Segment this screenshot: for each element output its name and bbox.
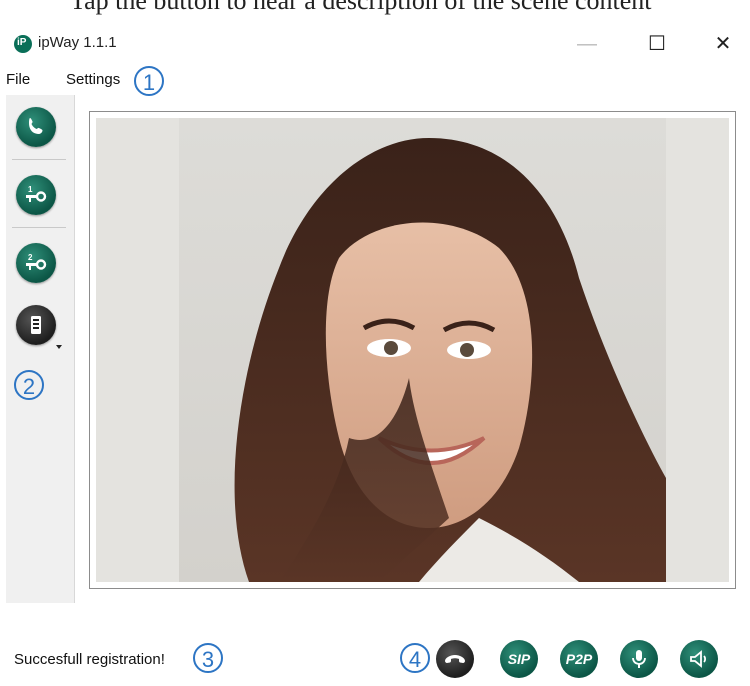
intercom-panel-icon (31, 316, 41, 334)
minimize-button[interactable]: — (564, 22, 610, 66)
status-bar: Succesfull registration! 3 4 SIP P2P (0, 630, 750, 686)
video-frame (89, 111, 736, 589)
toolbar-separator (12, 227, 66, 228)
close-button[interactable]: ✕ (700, 22, 746, 66)
door-key-1-label: 1 (28, 185, 33, 194)
call-button[interactable] (16, 107, 56, 147)
clipped-heading: Tap the button to hear a description of … (0, 0, 750, 22)
microphone-button[interactable] (620, 640, 658, 678)
call-icon (29, 118, 43, 134)
p2p-button[interactable]: P2P (560, 640, 598, 678)
maximize-button[interactable]: ☐ (634, 22, 680, 66)
callout-4: 4 (400, 643, 430, 673)
hangup-button[interactable] (436, 640, 474, 678)
menu-file[interactable]: File (6, 71, 30, 88)
door-key-1-button[interactable]: 1 (16, 175, 56, 215)
intercom-panel-button[interactable] (16, 305, 56, 345)
dropdown-arrow-icon[interactable] (56, 345, 62, 349)
door-key-2-button[interactable]: 2 (16, 243, 56, 283)
window-title: ipWay 1.1.1 (38, 34, 117, 51)
status-text: Succesfull registration! (14, 651, 165, 668)
video-feed (179, 118, 666, 582)
callout-3: 3 (193, 643, 223, 673)
sip-button[interactable]: SIP (500, 640, 538, 678)
video-portrait-image (234, 138, 666, 582)
menu-bar: File Settings 1 (0, 66, 750, 96)
speaker-button[interactable] (680, 640, 718, 678)
callout-1: 1 (134, 66, 164, 96)
title-bar: ipWay 1.1.1 — ☐ ✕ (0, 22, 750, 66)
door-key-2-icon: 2 (26, 253, 47, 270)
clipped-heading-text: Tap the button to hear a description of … (70, 0, 652, 15)
hangup-icon (445, 655, 465, 663)
door-key-1-icon: 1 (26, 185, 47, 202)
toolbar-separator (12, 159, 66, 160)
door-key-2-label: 2 (28, 253, 33, 262)
menu-settings[interactable]: Settings (66, 71, 120, 88)
app-logo-icon (14, 35, 32, 53)
speaker-icon (690, 650, 707, 668)
callout-2: 2 (14, 370, 44, 400)
microphone-icon (632, 650, 646, 668)
left-toolbar: 1 2 2 (6, 95, 75, 603)
